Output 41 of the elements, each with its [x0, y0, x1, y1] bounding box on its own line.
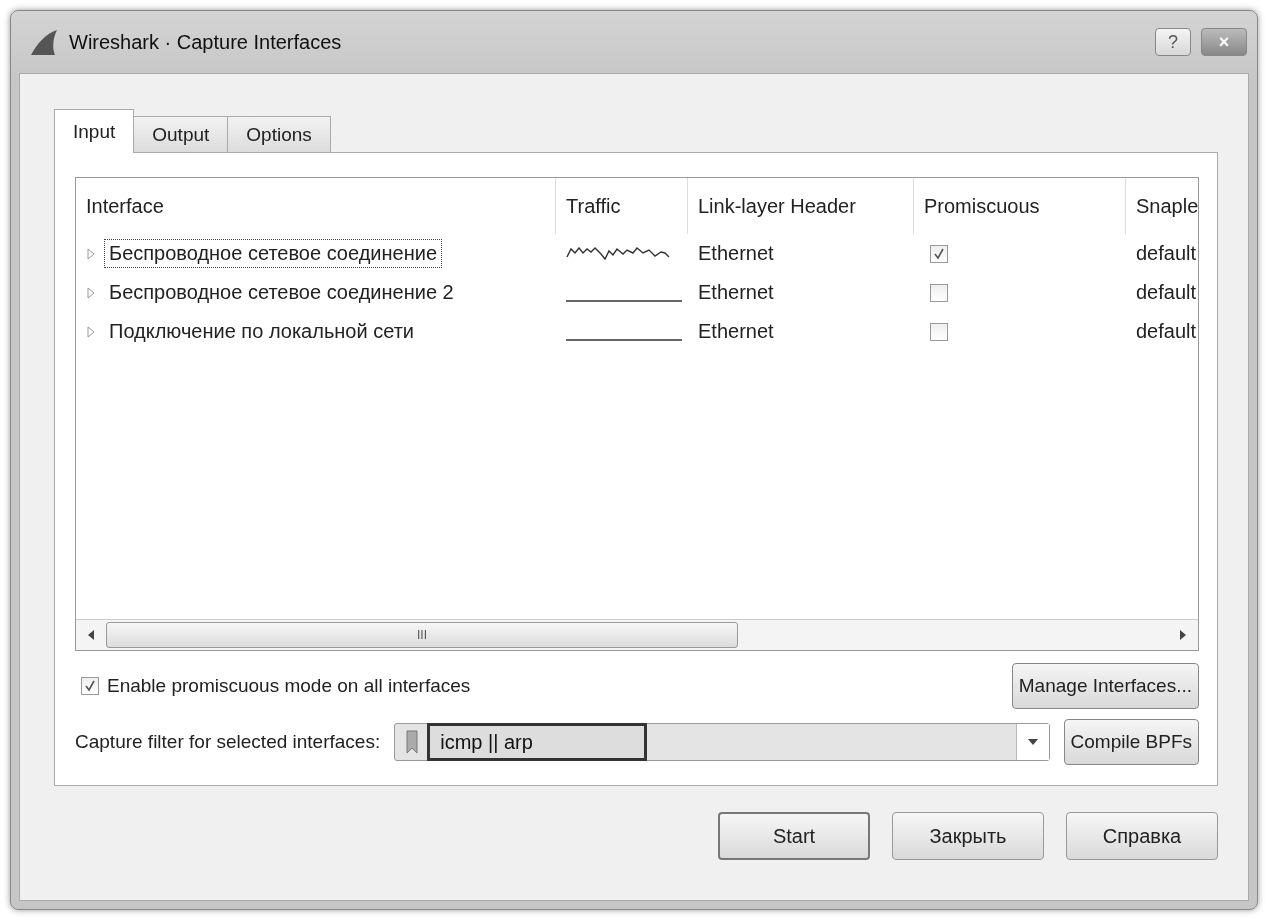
right-arrow-icon[interactable]	[1179, 630, 1187, 640]
table-cell: default	[1136, 320, 1197, 343]
expand-arrow-icon[interactable]	[86, 286, 96, 299]
tab[interactable]: Options	[227, 116, 331, 152]
filter-input[interactable]: icmp || arp	[427, 723, 648, 761]
shark-fin-icon	[29, 28, 59, 56]
dialog-button[interactable]: Закрыть	[892, 812, 1044, 860]
expand-arrow-icon[interactable]	[86, 325, 96, 338]
checkbox[interactable]	[930, 322, 948, 341]
compile-bpfs-button[interactable]: Compile BPFs	[1063, 719, 1199, 765]
horizontal-scrollbar[interactable]: III	[76, 619, 1198, 650]
column-header[interactable]: Promiscuous	[914, 178, 1126, 234]
interface-name[interactable]: Беспроводное сетевое соединение 2	[104, 278, 459, 307]
left-arrow-icon[interactable]	[87, 630, 95, 640]
checkbox-label[interactable]: Enable promiscuous mode on all interfaces	[107, 675, 471, 697]
help-button[interactable]: ?	[1155, 28, 1191, 56]
expand-arrow-icon[interactable]	[86, 247, 96, 260]
checkbox[interactable]	[81, 677, 99, 695]
scrollbar-thumb[interactable]: III	[106, 622, 738, 648]
table-cell: default	[1136, 281, 1197, 304]
table-cell: Ethernet	[698, 320, 774, 343]
manage-interfaces-button[interactable]: Manage Interfaces...	[1011, 663, 1199, 709]
checkbox[interactable]	[930, 244, 948, 263]
dialog-button[interactable]: Справка	[1066, 812, 1218, 860]
table-cell: default	[1136, 242, 1197, 265]
column-header[interactable]: Traffic	[556, 178, 688, 234]
interface-name[interactable]: Беспроводное сетевое соединение	[104, 239, 443, 268]
tab[interactable]: Output	[133, 116, 229, 152]
table-cell: Ethernet	[698, 242, 774, 265]
dialog-button[interactable]: Start	[718, 812, 870, 860]
column-header[interactable]: Snaple	[1126, 178, 1198, 234]
interface-name[interactable]: Подключение по локальной сети	[104, 317, 419, 346]
checkbox[interactable]	[930, 283, 948, 302]
capture-filter-combo[interactable]: icmp || arp	[394, 723, 1050, 761]
window-title: Wireshark · Capture Interfaces	[69, 30, 343, 54]
tab[interactable]: Input	[54, 109, 135, 153]
filter-label: Capture filter for selected interfaces:	[75, 731, 381, 753]
column-header[interactable]: Link-layer Header	[688, 178, 914, 234]
table-cell: Ethernet	[698, 281, 774, 304]
column-header[interactable]: Interface	[76, 178, 556, 234]
dropdown-arrow-icon[interactable]	[1027, 739, 1038, 745]
